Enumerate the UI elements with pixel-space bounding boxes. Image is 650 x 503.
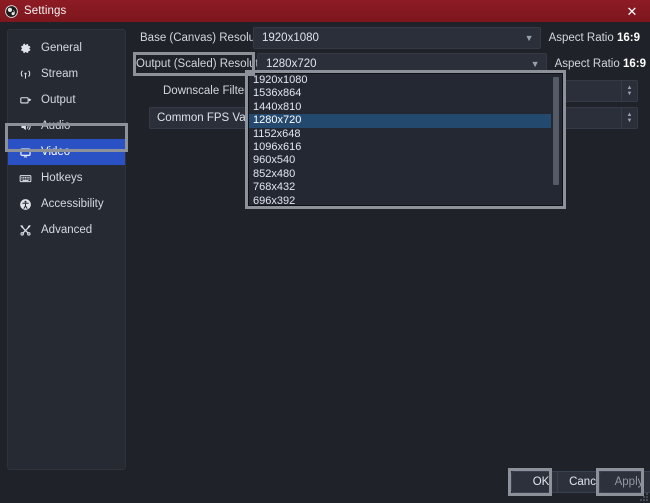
sidebar-item-output[interactable]: Output [8,87,125,113]
dropdown-option-selected[interactable]: 1280x720 [249,114,551,128]
base-resolution-row: Base (Canvas) Resolution 1920x1080 ▼ Asp… [140,27,640,49]
dropdown-option[interactable]: 1440x810 [249,101,551,114]
base-aspect-ratio-label: Aspect Ratio [548,32,614,44]
fps-numerator-spinbox[interactable]: ▲ ▼ [560,80,638,102]
output-aspect-ratio: Aspect Ratio 16:9 [555,58,646,70]
base-resolution-combobox[interactable]: 1920x1080 ▼ [253,27,541,49]
chevron-down-icon: ▼ [530,58,540,69]
output-resolution-label: Output (Scaled) Resolution [136,58,275,70]
chevron-down-icon: ▼ [524,32,534,43]
spinner-arrows-icon[interactable]: ▲ ▼ [621,108,637,128]
sidebar-item-label: Hotkeys [41,172,83,184]
monitor-icon [18,145,33,160]
sidebar-item-accessibility[interactable]: Accessibility [8,191,125,217]
broadcast-icon [18,67,33,82]
settings-window: Settings ✕ General Stream Output Audio V… [0,0,650,503]
output-monitor-icon [18,93,33,108]
fps-denominator-value [561,108,621,128]
sidebar-item-label: Advanced [41,224,93,236]
dropdown-option[interactable]: 960x540 [249,154,551,167]
window-title: Settings [24,5,67,17]
close-icon[interactable]: ✕ [614,0,650,22]
accessibility-icon [18,197,33,212]
output-resolution-combobox[interactable]: 1280x720 ▼ [257,53,547,75]
sidebar-item-advanced[interactable]: Advanced [8,217,125,243]
base-aspect-ratio-value: 16:9 [616,32,640,44]
fps-denominator-spinbox[interactable]: ▲ ▼ [560,107,638,129]
base-aspect-ratio: Aspect Ratio 16:9 [549,32,640,44]
resolution-options-list: 1920x1080 1536x864 1440x810 1280x720 115… [249,74,551,205]
output-resolution-value: 1280x720 [266,58,317,70]
sidebar-item-general[interactable]: General [8,35,125,61]
obs-logo-icon [5,4,18,18]
dropdown-option[interactable]: 1536x864 [249,87,551,100]
speaker-icon [18,119,33,134]
output-aspect-ratio-value: 16:9 [622,58,646,70]
sidebar-item-label: General [41,42,82,54]
base-resolution-value: 1920x1080 [262,32,319,44]
keyboard-icon [18,171,33,186]
dropdown-scrollbar[interactable] [551,75,561,205]
dropdown-scrollbar-thumb[interactable] [553,77,559,185]
settings-sidebar: General Stream Output Audio Video Hotkey… [7,29,126,470]
base-resolution-label: Base (Canvas) Resolution [140,32,274,44]
tools-icon [18,223,33,238]
dropdown-option[interactable]: 1920x1080 [249,74,551,87]
dropdown-option[interactable]: 1096x616 [249,141,551,154]
spinner-arrows-icon[interactable]: ▲ ▼ [621,81,637,101]
resolution-dropdown-list[interactable]: 1920x1080 1536x864 1440x810 1280x720 115… [248,73,563,206]
sidebar-item-video[interactable]: Video [8,139,125,165]
fps-numerator-value [561,81,621,101]
dropdown-option[interactable]: 768x432 [249,181,551,194]
sidebar-item-audio[interactable]: Audio [8,113,125,139]
sidebar-item-label: Output [41,94,76,106]
fps-type-spinbox[interactable]: Common FPS Values ▲▼ [149,107,247,129]
sidebar-item-label: Video [41,146,71,158]
output-resolution-row: Output (Scaled) Resolution 1280x720 ▼ As… [136,53,646,75]
dropdown-option[interactable]: 1152x648 [249,128,551,141]
sidebar-item-label: Audio [41,120,71,132]
output-aspect-ratio-label: Aspect Ratio [554,58,620,70]
sidebar-item-stream[interactable]: Stream [8,61,125,87]
gear-icon [18,41,33,56]
fps-type-value: Common FPS Values [157,112,247,124]
sidebar-item-hotkeys[interactable]: Hotkeys [8,165,125,191]
dropdown-option[interactable]: 852x480 [249,168,551,181]
downscale-filter-label: Downscale Filter [163,85,248,97]
sidebar-item-label: Accessibility [41,198,104,210]
resize-grip-icon[interactable] [637,490,648,501]
sidebar-item-label: Stream [41,68,79,80]
dropdown-option[interactable]: 696x392 [249,195,551,205]
window-titlebar: Settings ✕ [0,0,650,22]
